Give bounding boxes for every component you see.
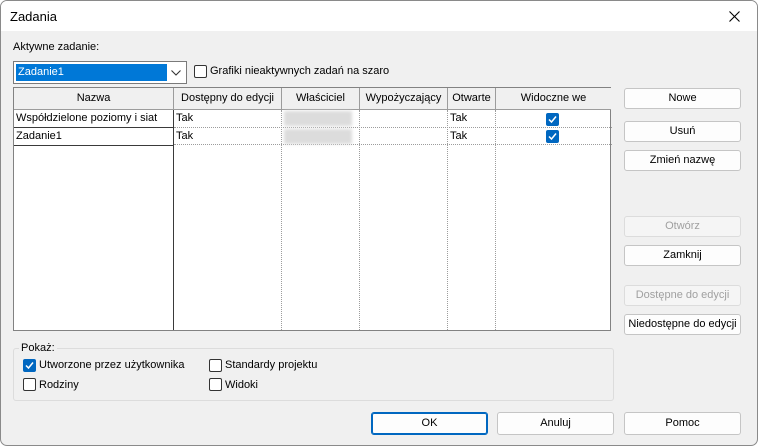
new-button[interactable]: Nowe (624, 88, 741, 109)
workset-name: Współdzielone poziomy i siat (16, 112, 158, 124)
ok-button-label: OK (421, 417, 438, 429)
project-standards-label: Standardy projektu (225, 359, 318, 371)
close-workset-label: Zamknij (663, 249, 702, 261)
make-non-editable-label: Niedostępne do edycji (628, 318, 737, 330)
views-checkbox[interactable] (209, 378, 222, 391)
show-group (13, 348, 614, 401)
owner-redacted (284, 111, 352, 126)
help-button-label: Pomoc (665, 417, 700, 429)
make-editable-label: Dostępne do edycji (635, 289, 730, 301)
column-divider (359, 110, 360, 330)
close-workset-button[interactable]: Zamknij (624, 245, 741, 266)
column-header-name[interactable]: Nazwa (14, 88, 174, 110)
active-workset-combo[interactable]: Zadanie1 (13, 61, 187, 84)
column-header-borrower[interactable]: Wypożyczający (360, 88, 448, 110)
show-group-title: Pokaż: (19, 342, 57, 354)
rename-button[interactable]: Zmień nazwę (624, 150, 741, 171)
dialog-title: Zadania (10, 9, 57, 24)
user-created-checkbox[interactable] (23, 359, 36, 372)
editable-value[interactable]: Tak (176, 128, 276, 145)
new-button-label: Nowe (668, 92, 697, 104)
active-workset-value: Zadanie1 (16, 64, 167, 81)
rename-button-label: Zmień nazwę (649, 154, 716, 166)
user-created-label: Utworzone przez użytkownika (39, 359, 185, 371)
visible-checkbox[interactable] (546, 130, 559, 143)
open-button[interactable]: Otwórz (624, 216, 741, 237)
check-icon (548, 116, 557, 124)
visible-checkbox[interactable] (546, 113, 559, 126)
make-editable-button[interactable]: Dostępne do edycji (624, 285, 741, 306)
column-divider (495, 110, 496, 330)
column-divider (281, 110, 282, 330)
name-column-divider (173, 110, 174, 330)
worksets-dialog: Zadania Aktywne zadanie: Zadanie1 Grafik… (0, 0, 758, 446)
project-standards-checkbox[interactable] (209, 359, 222, 372)
close-button[interactable] (711, 1, 757, 32)
column-divider (447, 110, 448, 330)
make-non-editable-button[interactable]: Niedostępne do edycji (624, 314, 741, 335)
families-label: Rodziny (39, 379, 79, 391)
active-workset-label: Aktywne zadanie: (13, 41, 100, 53)
check-icon (25, 362, 34, 370)
column-header-editable[interactable]: Dostępny do edycji (174, 88, 282, 110)
open-value[interactable]: Tak (450, 110, 494, 127)
gray-inactive-label: Grafiki nieaktywnych zadań na szaro (210, 65, 390, 77)
open-button-label: Otwórz (665, 220, 700, 232)
cancel-button[interactable]: Anuluj (497, 412, 614, 435)
column-header-visible[interactable]: Widoczne we (496, 88, 611, 110)
owner-redacted (284, 129, 352, 144)
delete-button[interactable]: Usuń (624, 121, 741, 142)
gray-inactive-checkbox[interactable] (194, 65, 207, 78)
title-bar: Zadania (1, 1, 757, 32)
ok-button[interactable]: OK (371, 412, 488, 435)
check-icon (548, 133, 557, 141)
row-divider (14, 145, 174, 146)
workset-name: Zadanie1 (16, 130, 62, 142)
delete-button-label: Usuń (669, 125, 696, 137)
cancel-button-label: Anuluj (540, 417, 571, 429)
views-label: Widoki (225, 379, 259, 391)
column-header-open[interactable]: Otwarte (448, 88, 496, 110)
open-value[interactable]: Tak (450, 128, 494, 145)
families-checkbox[interactable] (23, 378, 36, 391)
column-header-owner[interactable]: Właściciel (282, 88, 360, 110)
worksets-table[interactable]: Nazwa Dostępny do edycji Właściciel Wypo… (13, 87, 612, 331)
chevron-down-icon[interactable] (168, 64, 184, 81)
editable-value[interactable]: Tak (176, 110, 276, 127)
close-icon (728, 11, 740, 22)
help-button[interactable]: Pomoc (624, 412, 741, 435)
